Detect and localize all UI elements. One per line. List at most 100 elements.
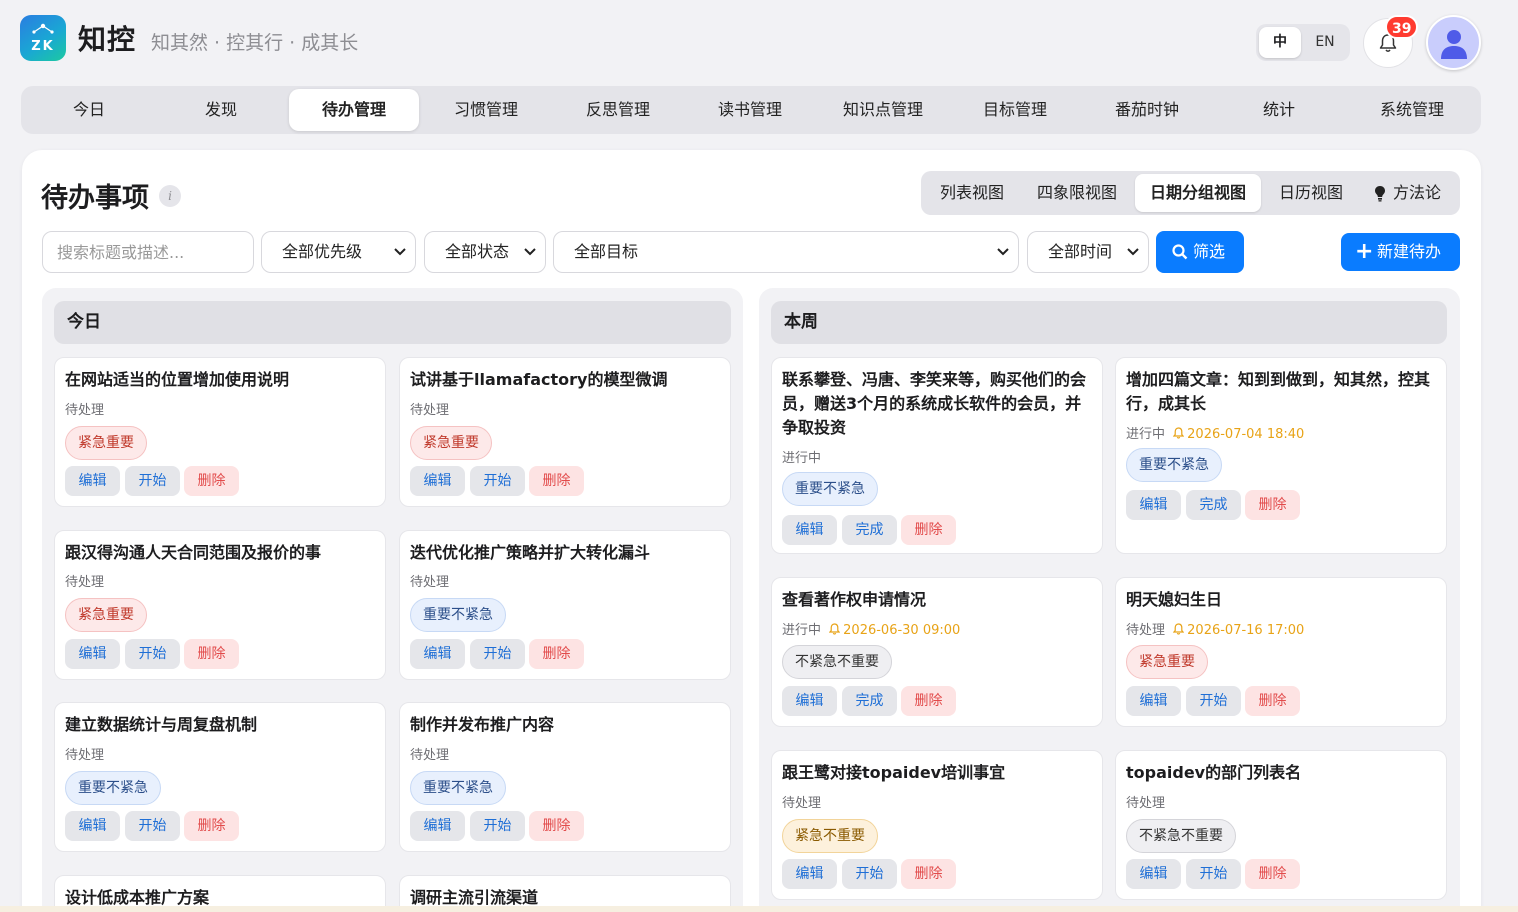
delete-button[interactable]: 删除 (1245, 686, 1300, 716)
filter-button[interactable]: 筛选 (1156, 231, 1244, 273)
goal-select[interactable]: 全部目标 (553, 231, 1019, 273)
nav-tab-today[interactable]: 今日 (24, 89, 154, 131)
search-icon (1172, 244, 1188, 260)
task-card[interactable]: 建立数据统计与周复盘机制 待处理 重要不紧急 编辑 开始 删除 (54, 702, 386, 852)
task-title: 明天媳妇生日 (1126, 590, 1223, 609)
delete-button[interactable]: 删除 (1245, 490, 1300, 520)
nav-tab-todo[interactable]: 待办管理 (289, 89, 419, 131)
task-card[interactable]: topaidev的部门列表名 待处理 不紧急不重要 编辑 开始 删除 (1115, 750, 1447, 900)
task-status: 进行中 (782, 451, 822, 466)
complete-button[interactable]: 完成 (842, 515, 897, 545)
start-button[interactable]: 开始 (470, 811, 525, 841)
task-card[interactable]: 联系攀登、冯唐、李笑来等，购买他们的会员，赠送3个月的系统成长软件的会员，并争取… (771, 357, 1103, 554)
group-week-title: 本周 (771, 301, 1447, 344)
priority-badge: 紧急重要 (1126, 645, 1208, 679)
start-button[interactable]: 开始 (125, 639, 180, 669)
view-date-group[interactable]: 日期分组视图 (1135, 174, 1261, 212)
app-logo[interactable]: ZK (20, 15, 66, 61)
task-card[interactable]: 查看著作权申请情况 进行中 2026-06-30 09:00 不紧急不重要 编辑… (771, 577, 1103, 727)
task-card[interactable]: 跟王鹭对接topaidev培训事宜 待处理 紧急不重要 编辑 开始 删除 (771, 750, 1103, 900)
start-button[interactable]: 开始 (1186, 686, 1241, 716)
start-button[interactable]: 开始 (1186, 859, 1241, 889)
task-card[interactable]: 试讲基于llamafactory的模型微调 待处理 紧急重要 编辑 开始 删除 (399, 357, 731, 507)
bottom-edge (0, 906, 1518, 912)
chevron-down-icon (1127, 248, 1139, 256)
info-icon[interactable]: i (159, 185, 181, 207)
lang-zh-button[interactable]: 中 (1259, 27, 1301, 58)
delete-button[interactable]: 删除 (901, 515, 956, 545)
start-button[interactable]: 开始 (125, 811, 180, 841)
start-button[interactable]: 开始 (470, 639, 525, 669)
lang-en-button[interactable]: EN (1304, 27, 1346, 58)
edit-button[interactable]: 编辑 (1126, 859, 1181, 889)
edit-button[interactable]: 编辑 (1126, 490, 1181, 520)
nav-tab-goals[interactable]: 目标管理 (950, 89, 1080, 131)
edit-button[interactable]: 编辑 (65, 811, 120, 841)
delete-button[interactable]: 删除 (901, 686, 956, 716)
nav-tab-knowledge[interactable]: 知识点管理 (818, 89, 948, 131)
status-select-value: 全部状态 (445, 242, 510, 261)
view-methodology[interactable]: 方法论 (1361, 174, 1455, 212)
priority-badge: 紧急不重要 (782, 819, 878, 853)
task-title: 跟王鹭对接topaidev培训事宜 (782, 763, 1006, 782)
nav-tab-reflection[interactable]: 反思管理 (553, 89, 683, 131)
time-select[interactable]: 全部时间 (1027, 231, 1149, 273)
view-switcher: 列表视图 四象限视图 日期分组视图 日历视图 方法论 (921, 171, 1460, 215)
edit-button[interactable]: 编辑 (410, 639, 465, 669)
edit-button[interactable]: 编辑 (410, 811, 465, 841)
nav-tab-discover[interactable]: 发现 (156, 89, 286, 131)
task-title: 制作并发布推广内容 (410, 715, 555, 734)
delete-button[interactable]: 删除 (529, 811, 584, 841)
start-button[interactable]: 开始 (470, 466, 525, 496)
nav-tab-pomodoro[interactable]: 番茄时钟 (1082, 89, 1212, 131)
status-select[interactable]: 全部状态 (424, 231, 546, 273)
delete-button[interactable]: 删除 (184, 466, 239, 496)
priority-badge: 紧急重要 (65, 426, 147, 460)
language-switch: 中 EN (1256, 24, 1350, 61)
task-title: 迭代优化推广策略并扩大转化漏斗 (410, 543, 651, 562)
delete-button[interactable]: 删除 (184, 639, 239, 669)
user-avatar[interactable] (1426, 15, 1481, 70)
priority-select[interactable]: 全部优先级 (261, 231, 416, 273)
delete-button[interactable]: 删除 (529, 466, 584, 496)
delete-button[interactable]: 删除 (901, 859, 956, 889)
task-card[interactable]: 制作并发布推广内容 待处理 重要不紧急 编辑 开始 删除 (399, 702, 731, 852)
delete-button[interactable]: 删除 (1245, 859, 1300, 889)
start-button[interactable]: 开始 (842, 859, 897, 889)
start-button[interactable]: 开始 (125, 466, 180, 496)
priority-badge: 紧急重要 (65, 598, 147, 632)
search-input[interactable] (42, 231, 254, 273)
task-title: 跟汉得沟通人天合同范围及报价的事 (65, 543, 322, 562)
time-select-value: 全部时间 (1048, 242, 1113, 261)
nav-tab-stats[interactable]: 统计 (1214, 89, 1344, 131)
nav-tab-system[interactable]: 系统管理 (1347, 89, 1477, 131)
complete-button[interactable]: 完成 (842, 686, 897, 716)
edit-button[interactable]: 编辑 (1126, 686, 1181, 716)
bell-icon (828, 623, 841, 635)
delete-button[interactable]: 删除 (529, 639, 584, 669)
edit-button[interactable]: 编辑 (782, 686, 837, 716)
edit-button[interactable]: 编辑 (782, 859, 837, 889)
task-card[interactable]: 在网站适当的位置增加使用说明 待处理 紧急重要 编辑 开始 删除 (54, 357, 386, 507)
view-calendar[interactable]: 日历视图 (1266, 174, 1356, 212)
view-quadrant[interactable]: 四象限视图 (1024, 174, 1130, 212)
task-card[interactable]: 增加四篇文章：知到到做到，知其然，控其行，成其长 进行中 2026-07-04 … (1115, 357, 1447, 554)
complete-button[interactable]: 完成 (1186, 490, 1241, 520)
task-status: 待处理 (410, 403, 450, 418)
task-card[interactable]: 明天媳妇生日 待处理 2026-07-16 17:00 紧急重要 编辑 开始 删… (1115, 577, 1447, 727)
edit-button[interactable]: 编辑 (65, 639, 120, 669)
delete-button[interactable]: 删除 (184, 811, 239, 841)
edit-button[interactable]: 编辑 (65, 466, 120, 496)
new-todo-button[interactable]: + 新建待办 (1341, 233, 1460, 271)
view-methodology-label: 方法论 (1392, 183, 1441, 202)
task-status: 待处理 (1126, 623, 1166, 638)
edit-button[interactable]: 编辑 (410, 466, 465, 496)
edit-button[interactable]: 编辑 (782, 515, 837, 545)
task-card[interactable]: 跟汉得沟通人天合同范围及报价的事 待处理 紧急重要 编辑 开始 删除 (54, 530, 386, 680)
nav-tab-reading[interactable]: 读书管理 (685, 89, 815, 131)
view-list[interactable]: 列表视图 (925, 174, 1019, 212)
task-card[interactable]: 迭代优化推广策略并扩大转化漏斗 待处理 重要不紧急 编辑 开始 删除 (399, 530, 731, 680)
nav-tab-habits[interactable]: 习惯管理 (421, 89, 551, 131)
task-status: 待处理 (65, 575, 105, 590)
task-status-line: 待处理 2026-07-16 17:00 (1126, 619, 1304, 638)
